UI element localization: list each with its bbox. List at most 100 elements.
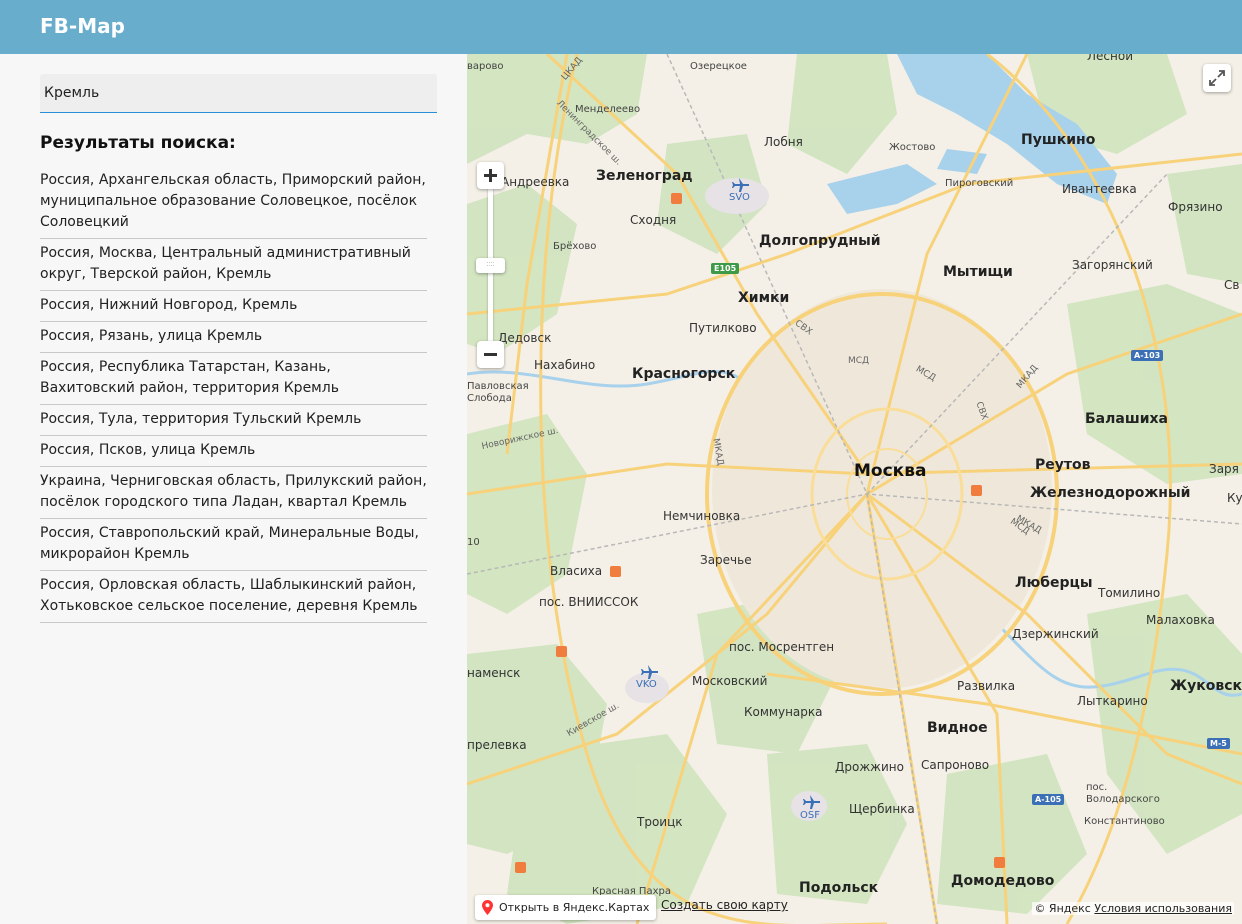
zoom-out-button[interactable]: [477, 341, 504, 368]
place-label: Московский: [692, 674, 768, 688]
place-label: Немчиновка: [663, 509, 741, 523]
airport-label: SVO: [729, 192, 750, 203]
place-label: Дзержинский: [1012, 627, 1099, 641]
expand-icon: [1209, 70, 1225, 86]
result-item[interactable]: Россия, Москва, Центральный администрати…: [40, 239, 427, 291]
top-bar: FB-Map: [0, 0, 1242, 54]
place-label: Пироговский: [945, 178, 1014, 189]
map-copyright: © Яндекс Условия использования: [1032, 902, 1234, 915]
minus-icon: [484, 353, 497, 356]
place-label: Малаховка: [1146, 613, 1215, 627]
road-badge: A-105: [1032, 794, 1065, 805]
poi-marker: [671, 193, 682, 204]
place-label: Нахабино: [534, 358, 596, 372]
create-map-link[interactable]: Создать свою карту: [661, 898, 788, 912]
place-label: Реутов: [1035, 457, 1091, 473]
place-label: Подольск: [799, 880, 879, 896]
zoom-control: ::::: [476, 162, 505, 368]
place-label: пос. Мосрентген: [729, 640, 835, 654]
place-label: Развилка: [957, 679, 1016, 693]
place-label: Путилково: [689, 321, 757, 335]
place-label: Троицк: [637, 815, 683, 829]
result-item[interactable]: Россия, Республика Татарстан, Казань, Ва…: [40, 353, 427, 405]
place-label: Озерецкое: [690, 61, 747, 72]
place-label: Ку: [1227, 491, 1242, 505]
result-item[interactable]: Россия, Рязань, улица Кремль: [40, 322, 427, 353]
road-badge: A-103: [1131, 350, 1164, 361]
road-badge: E105: [711, 263, 740, 274]
place-label: пос. Володарского: [1086, 782, 1160, 805]
place-label: Св: [1224, 278, 1240, 292]
place-label: Железнодорожный: [1030, 485, 1191, 501]
place-label: Фрязино: [1168, 200, 1223, 214]
result-item[interactable]: Россия, Ставропольский край, Минеральные…: [40, 519, 427, 571]
map-pin-icon: [482, 900, 493, 915]
result-item[interactable]: Россия, Орловская область, Шаблыкинский …: [40, 571, 427, 623]
place-label: наменск: [467, 666, 521, 680]
road-label: 10: [467, 537, 480, 548]
place-label: Павловская Слобода: [467, 381, 529, 404]
place-label: Сапроново: [921, 758, 990, 772]
road-label: МСД: [848, 356, 870, 366]
result-item[interactable]: Украина, Черниговская область, Прилукски…: [40, 467, 427, 519]
app-title: FB-Map: [40, 14, 125, 38]
place-label: Лесной: [1087, 54, 1133, 63]
place-label: Заря: [1209, 462, 1239, 476]
results-list: Россия, Архангельская область, Приморски…: [40, 166, 427, 623]
place-label: Лобня: [764, 135, 803, 149]
place-label: Коммунарка: [744, 705, 823, 719]
poi-marker: [971, 485, 982, 496]
airport-label: VKO: [636, 679, 657, 690]
open-in-yandex-button[interactable]: Открыть в Яндекс.Картах: [475, 895, 657, 920]
fullscreen-button[interactable]: [1203, 64, 1231, 92]
result-item[interactable]: Россия, Псков, улица Кремль: [40, 436, 427, 467]
road-badge: M-5: [1207, 738, 1230, 749]
zoom-slider-handle[interactable]: ::::: [476, 258, 505, 273]
result-item[interactable]: Россия, Архангельская область, Приморски…: [40, 166, 427, 239]
place-label: Жуковский: [1170, 678, 1242, 694]
place-label: Пушкино: [1021, 132, 1096, 148]
place-label: Люберцы: [1015, 575, 1093, 591]
place-label: Дедовск: [498, 331, 552, 345]
poi-marker: [515, 862, 526, 873]
place-label: Балашиха: [1085, 411, 1168, 427]
result-item[interactable]: Россия, Нижний Новгород, Кремль: [40, 291, 427, 322]
place-label: Сходня: [630, 213, 677, 227]
place-label: Жостово: [889, 142, 936, 153]
place-label: Константиново: [1084, 816, 1165, 827]
copyright-text: © Яндекс: [1034, 902, 1091, 915]
poi-marker: [610, 566, 621, 577]
map[interactable]: Москва Зеленоград Долгопрудный Химки Мыт…: [467, 54, 1242, 924]
plus-icon: [484, 169, 497, 182]
place-label: Лыткарино: [1077, 694, 1148, 708]
place-label: Домодедово: [951, 873, 1055, 889]
place-label: Долгопрудный: [759, 233, 881, 249]
place-label: варово: [467, 61, 504, 72]
place-label: Щербинка: [849, 802, 915, 816]
zoom-in-button[interactable]: [477, 162, 504, 189]
place-label: Ивантеевка: [1062, 182, 1137, 196]
place-label: Дрожжино: [835, 760, 904, 774]
place-label: Москва: [854, 461, 927, 481]
place-label: Мытищи: [943, 264, 1013, 280]
place-label: Томилино: [1098, 586, 1161, 600]
place-label: Красногорск: [632, 366, 736, 382]
poi-marker: [994, 857, 1005, 868]
place-label: Заречье: [700, 553, 752, 567]
open-in-yandex-label: Открыть в Яндекс.Картах: [499, 901, 650, 914]
place-label: Видное: [927, 720, 988, 736]
place-label: Химки: [738, 290, 790, 306]
place-label: Зеленоград: [596, 168, 693, 184]
result-item[interactable]: Россия, Тула, территория Тульский Кремль: [40, 405, 427, 436]
sidebar: Результаты поиска: Россия, Архангельская…: [0, 54, 467, 924]
search-input[interactable]: [40, 74, 437, 113]
place-label: Брёхово: [553, 241, 597, 252]
results-title: Результаты поиска:: [40, 133, 236, 153]
place-label: Загорянский: [1072, 258, 1153, 272]
place-label: Андреевка: [501, 175, 570, 189]
place-label: пос. ВНИИССОК: [539, 595, 639, 609]
place-label: Менделеево: [575, 104, 641, 115]
place-label: Власиха: [550, 564, 603, 578]
poi-marker: [556, 646, 567, 657]
terms-link[interactable]: Условия использования: [1094, 902, 1232, 915]
